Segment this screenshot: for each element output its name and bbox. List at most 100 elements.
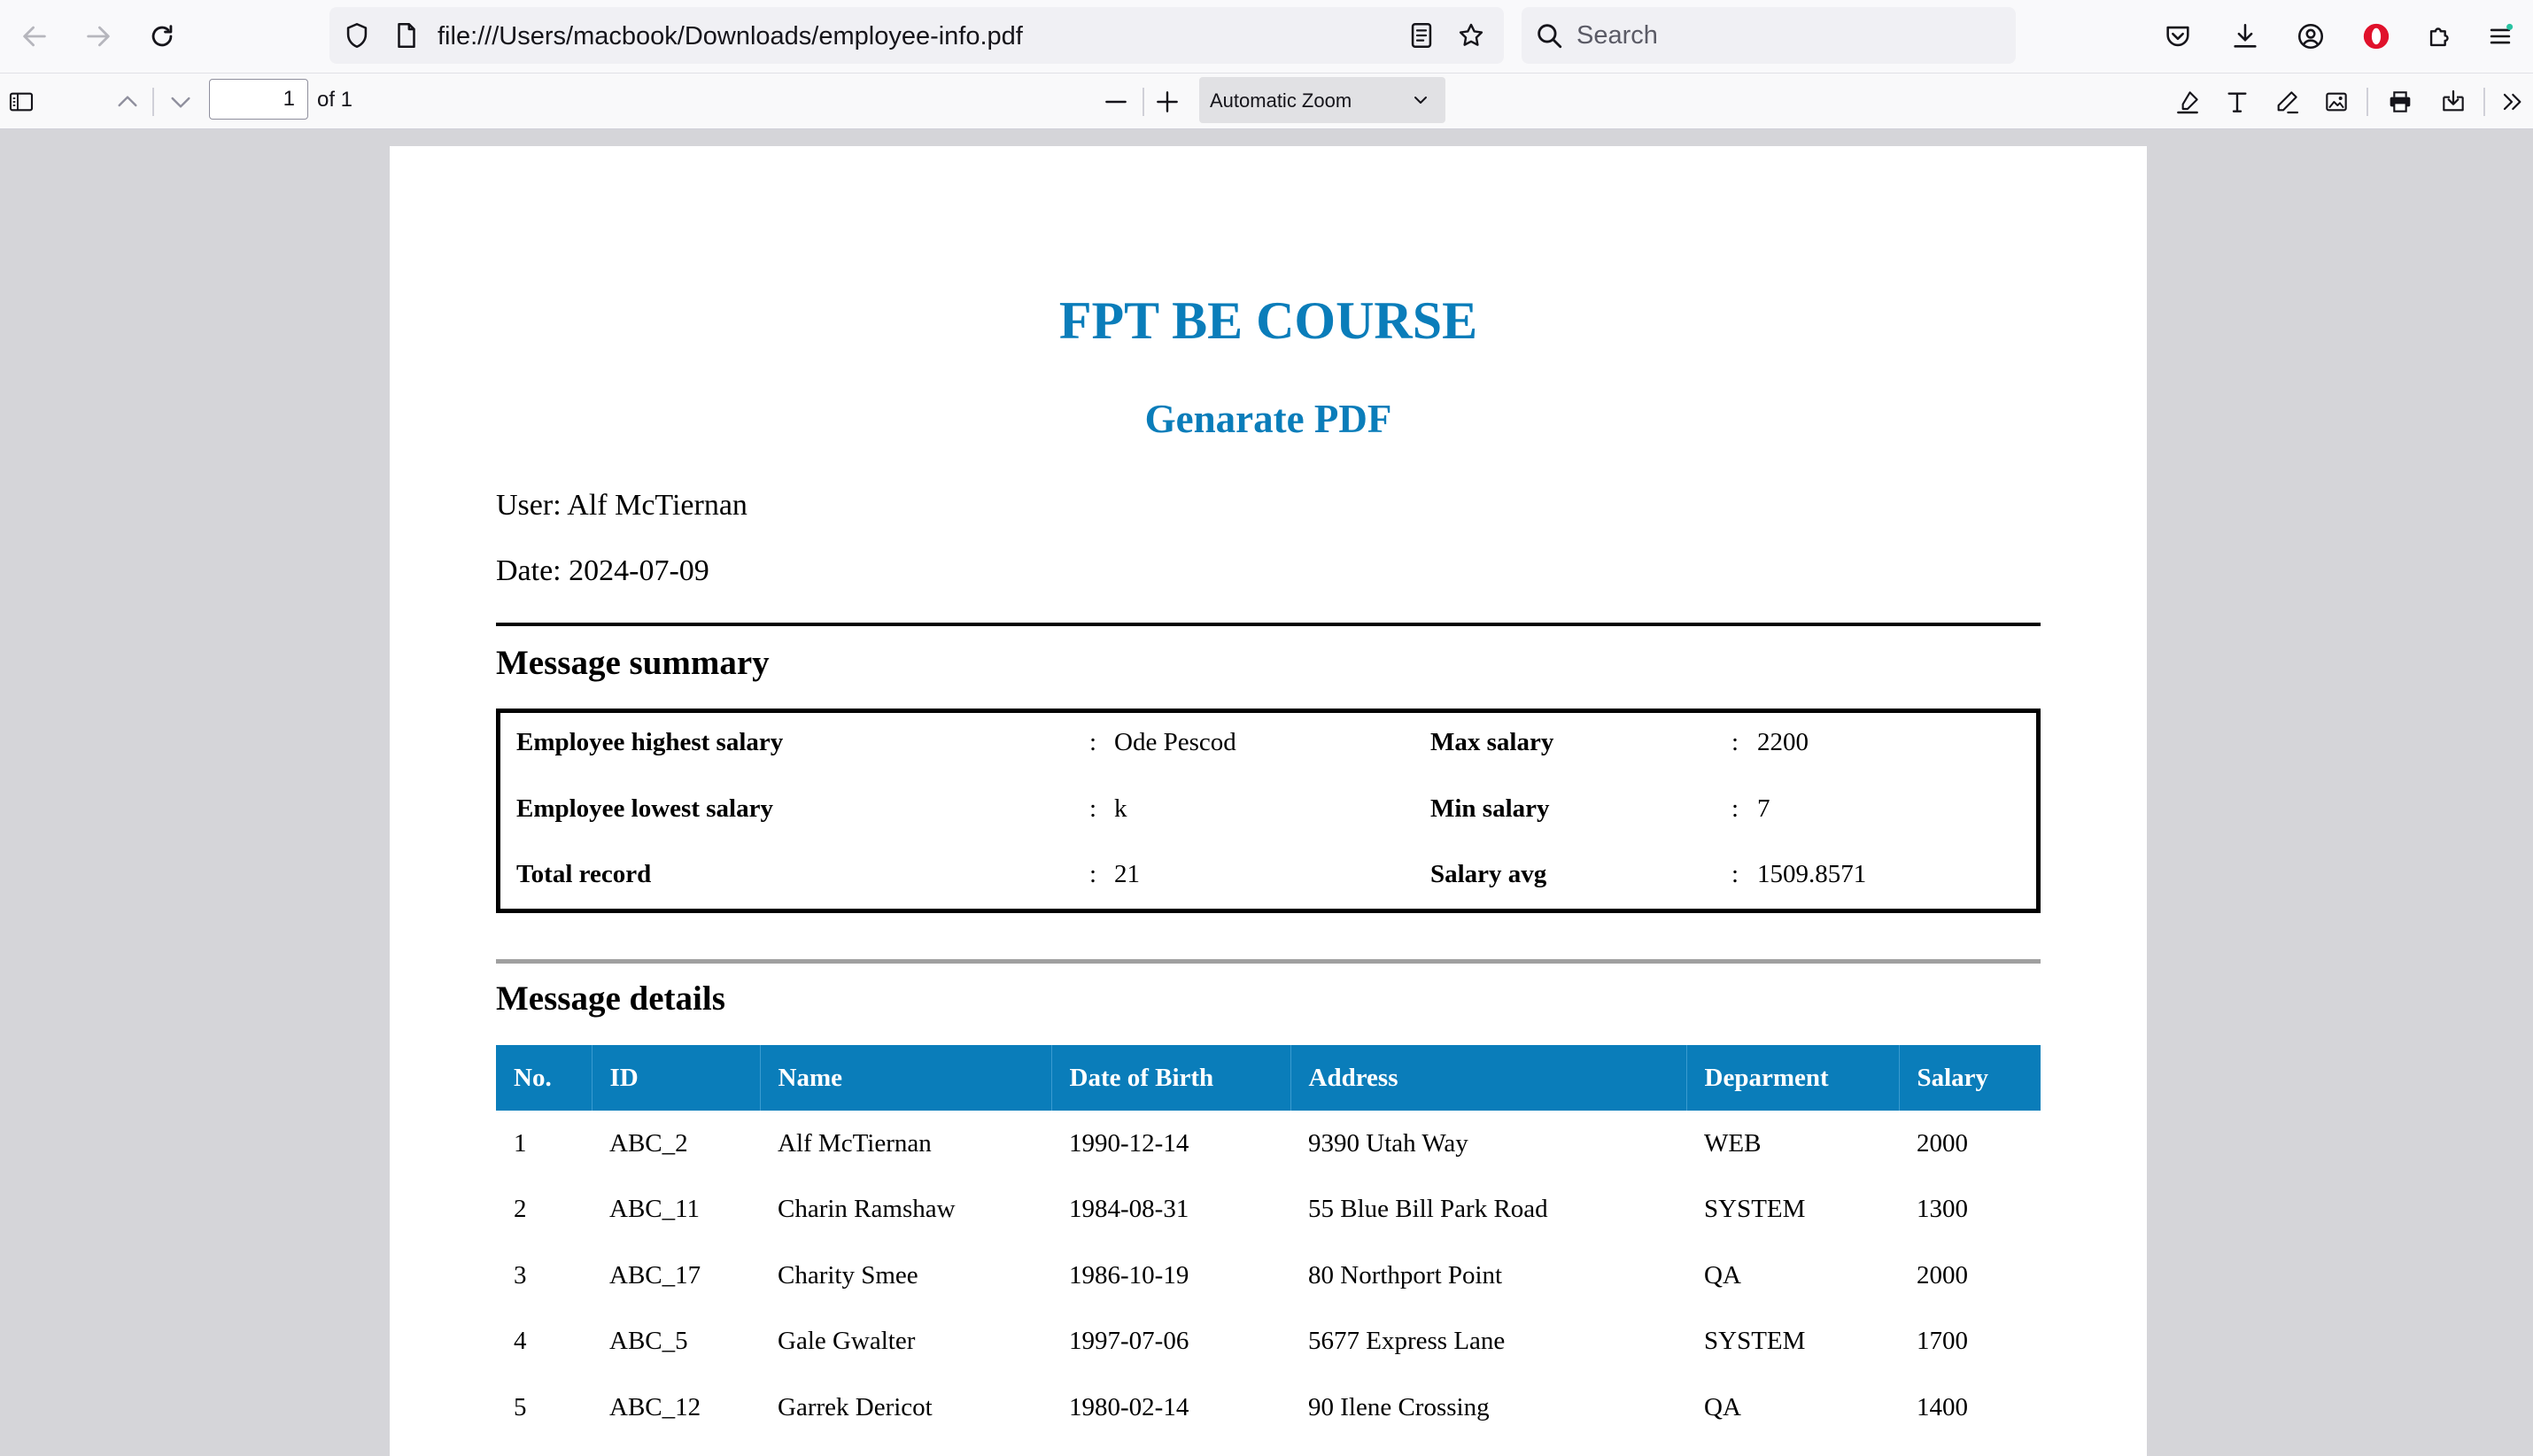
reader-view-icon[interactable] xyxy=(1406,20,1437,50)
table-cell: 1 xyxy=(514,1128,527,1158)
table-row: 2 ABC_11 Charin Ramshaw 1984-08-31 55 Bl… xyxy=(496,1177,2041,1243)
divider-line xyxy=(496,959,2041,964)
table-cell: Charity Smee xyxy=(778,1260,918,1289)
url-text[interactable]: file:///Users/macbook/Downloads/employee… xyxy=(438,22,1023,51)
table-cell: 1997-07-06 xyxy=(1069,1327,1189,1356)
summary-value: 2200 xyxy=(1757,728,1809,756)
previous-page-button[interactable] xyxy=(106,81,149,123)
table-cell: WEB xyxy=(1704,1128,1762,1158)
sidebar-icon xyxy=(9,92,34,112)
pdf-page: FPT BE COURSE Genarate PDF User: Alf McT… xyxy=(390,146,2147,1456)
zoom-select[interactable]: Automatic Zoom xyxy=(1199,77,1445,123)
highlighter-icon xyxy=(2177,91,2198,114)
draw-button[interactable] xyxy=(2266,81,2308,123)
summary-heading: Message summary xyxy=(496,644,770,682)
table-header-row: No. ID Name Date of Birth Address Deparm… xyxy=(496,1045,2041,1111)
table-row: 1 ABC_2 Alf McTiernan 1990-12-14 9390 Ut… xyxy=(496,1111,2041,1177)
table-cell: Garrek Dericot xyxy=(778,1392,933,1421)
table-row: 3 ABC_17 Charity Smee 1986-10-19 80 Nort… xyxy=(496,1243,2041,1309)
bookmark-star-icon[interactable] xyxy=(1456,20,1486,50)
extensions-button[interactable] xyxy=(2420,16,2460,57)
document-subtitle: Genarate PDF xyxy=(1144,397,1392,441)
table-cell: Charin Ramshaw xyxy=(778,1195,956,1224)
toolbar-divider xyxy=(2483,88,2485,116)
table-cell: SYSTEM xyxy=(1704,1195,1806,1224)
user-line: User: Alf McTiernan xyxy=(496,489,748,522)
search-icon xyxy=(1538,24,1562,49)
summary-separator: : xyxy=(1731,728,1739,756)
table-cell: QA xyxy=(1704,1392,1741,1421)
table-cell: ABC_5 xyxy=(609,1327,688,1356)
summary-box: Employee highest salary : Ode Pescod Max… xyxy=(496,709,2041,913)
reload-button[interactable] xyxy=(140,14,184,58)
chevron-down-icon xyxy=(171,97,190,108)
extension-opera-button[interactable] xyxy=(2356,16,2397,57)
highlight-button[interactable] xyxy=(2166,81,2209,123)
column-header: Address xyxy=(1290,1045,1687,1111)
pocket-button[interactable] xyxy=(2157,16,2198,57)
account-button[interactable] xyxy=(2290,16,2331,57)
summary-separator: : xyxy=(1731,860,1739,888)
zoom-value: Automatic Zoom xyxy=(1210,89,1352,112)
page-count-label: of 1 xyxy=(317,88,353,112)
address-bar[interactable]: file:///Users/macbook/Downloads/employee… xyxy=(329,7,1504,64)
next-page-button[interactable] xyxy=(159,81,202,123)
table-cell: 90 Ilene Crossing xyxy=(1308,1392,1490,1421)
summary-separator: : xyxy=(1089,860,1097,888)
shield-icon[interactable] xyxy=(342,20,372,50)
table-cell: 2000 xyxy=(1917,1260,1968,1289)
summary-label: Salary avg xyxy=(1430,860,1547,888)
print-button[interactable] xyxy=(2379,81,2421,123)
table-cell: 1984-08-31 xyxy=(1069,1195,1189,1224)
table-cell: 2 xyxy=(514,1195,527,1224)
toolbar-divider xyxy=(2366,88,2368,116)
summary-label: Employee highest salary xyxy=(516,728,784,756)
table-cell: 2000 xyxy=(1917,1128,1968,1158)
column-header: ID xyxy=(592,1045,761,1111)
table-row: 4 ABC_5 Gale Gwalter 1997-07-06 5677 Exp… xyxy=(496,1309,2041,1375)
add-text-button[interactable] xyxy=(2216,81,2258,123)
downloads-button[interactable] xyxy=(2225,16,2266,57)
zoom-out-button[interactable] xyxy=(1095,81,1137,123)
toolbar-divider xyxy=(152,88,154,116)
summary-separator: : xyxy=(1731,794,1739,823)
add-image-button[interactable] xyxy=(2315,81,2358,123)
table-cell: ABC_12 xyxy=(609,1392,701,1421)
column-header: Salary xyxy=(1899,1045,2041,1111)
pencil-icon xyxy=(2277,91,2299,114)
page-number-input[interactable] xyxy=(209,79,308,120)
forward-button[interactable] xyxy=(76,14,120,58)
summary-label: Max salary xyxy=(1430,728,1554,756)
summary-label: Total record xyxy=(516,860,652,888)
table-row: 5 ABC_12 Garrek Dericot 1980-02-14 90 Il… xyxy=(496,1375,2041,1441)
table-cell: SYSTEM xyxy=(1704,1327,1806,1356)
table-cell: 1986-10-19 xyxy=(1069,1260,1189,1289)
app-menu-button[interactable] xyxy=(2480,16,2521,57)
table-cell: 4 xyxy=(514,1327,527,1356)
puzzle-icon xyxy=(2429,27,2449,47)
save-button[interactable] xyxy=(2432,81,2475,123)
tools-overflow-button[interactable] xyxy=(2490,81,2533,123)
summary-separator: : xyxy=(1089,794,1097,823)
table-cell: Gale Gwalter xyxy=(778,1327,916,1356)
browser-navbar: file:///Users/macbook/Downloads/employee… xyxy=(0,0,2533,73)
opera-extension-icon xyxy=(2363,23,2390,50)
arrow-left-icon xyxy=(23,26,46,47)
table-cell: QA xyxy=(1704,1260,1741,1289)
summary-value: 7 xyxy=(1757,794,1770,823)
printer-icon xyxy=(2390,91,2411,112)
back-button[interactable] xyxy=(12,14,57,58)
table-cell: 1400 xyxy=(1917,1392,1968,1421)
employee-table: No. ID Name Date of Birth Address Deparm… xyxy=(496,1045,2041,1441)
table-cell: ABC_2 xyxy=(609,1128,688,1158)
table-cell: Alf McTiernan xyxy=(778,1128,932,1158)
zoom-in-button[interactable] xyxy=(1146,81,1189,123)
pocket-icon xyxy=(2166,26,2189,47)
summary-label: Employee lowest salary xyxy=(516,794,773,823)
column-header: Deparment xyxy=(1686,1045,1900,1111)
search-input[interactable] xyxy=(1576,18,1993,53)
sidebar-toggle-button[interactable] xyxy=(0,81,43,123)
table-cell: 55 Blue Bill Park Road xyxy=(1308,1195,1548,1224)
column-header: Name xyxy=(760,1045,1052,1111)
search-bar[interactable] xyxy=(1522,7,2016,64)
